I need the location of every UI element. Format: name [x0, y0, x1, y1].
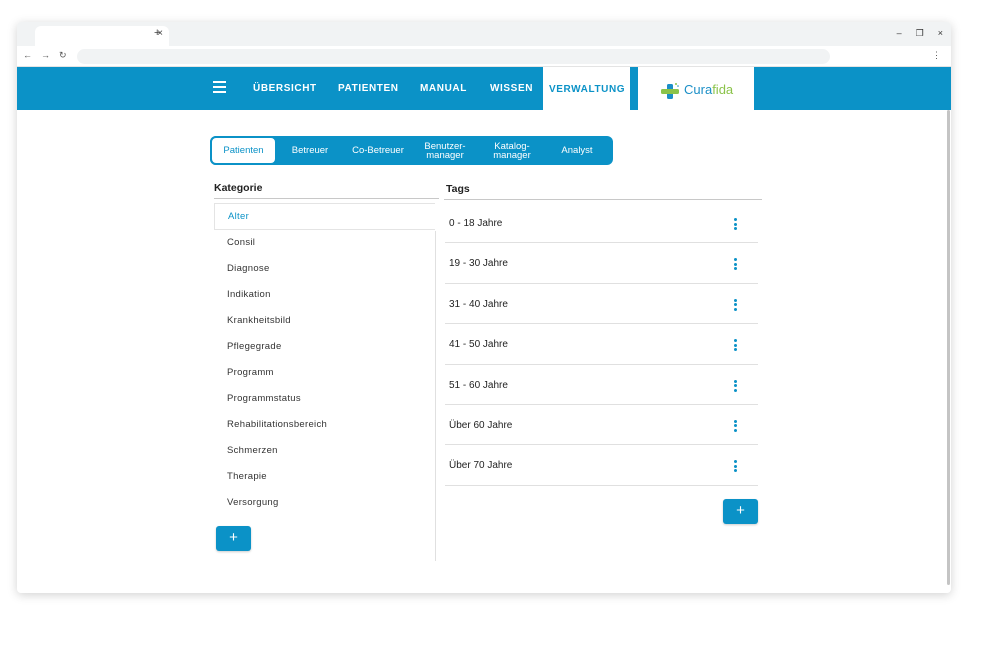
add-tag-button[interactable]: + — [723, 499, 758, 524]
back-button[interactable]: ← — [23, 50, 32, 61]
tag-label: 19 - 30 Jahre — [449, 258, 508, 270]
segment-benutzermanager[interactable]: Benutzer- manager — [413, 136, 477, 165]
column-divider — [435, 231, 436, 561]
reload-button[interactable]: ↻ — [59, 50, 67, 61]
page-scrollbar[interactable] — [947, 110, 950, 585]
kategorie-heading: Kategorie — [214, 182, 263, 194]
tag-row: 19 - 30 Jahre — [445, 243, 758, 284]
more-vert-icon[interactable] — [734, 419, 738, 432]
segment-betreuer[interactable]: Betreuer — [280, 136, 340, 165]
tag-label: Über 60 Jahre — [449, 419, 513, 431]
tag-row: 41 - 50 Jahre — [445, 324, 758, 365]
nav-patienten[interactable]: PATIENTEN — [338, 67, 399, 110]
more-vert-icon[interactable] — [734, 339, 738, 352]
window-controls: – ❐ × — [897, 28, 943, 39]
kategorie-item-krankheitsbild[interactable]: Krankheitsbild — [214, 308, 435, 334]
navigation-buttons: ← → ↻ — [23, 50, 67, 61]
kategorie-item-schmerzen[interactable]: Schmerzen — [214, 438, 435, 464]
browser-menu-icon[interactable]: ⋮ — [932, 50, 941, 61]
tab-strip: × + – ❐ × — [17, 22, 951, 46]
tag-row: Über 60 Jahre — [445, 405, 758, 446]
kategorie-item-indikation[interactable]: Indikation — [214, 282, 435, 308]
restore-button[interactable]: ❐ — [916, 28, 924, 39]
kategorie-item-consil[interactable]: Consil — [214, 230, 435, 256]
tag-label: 31 - 40 Jahre — [449, 298, 508, 310]
tags-heading: Tags — [446, 183, 470, 195]
tags-list: 0 - 18 Jahre 19 - 30 Jahre 31 - 40 Jahre… — [445, 203, 758, 486]
kategorie-item-alter[interactable]: Alter — [214, 203, 435, 230]
role-segmented-control: Patienten Betreuer Co-Betreuer Benutzer-… — [210, 136, 613, 165]
more-vert-icon[interactable] — [734, 258, 738, 271]
segment-katalogmanager[interactable]: Katalog- manager — [480, 136, 544, 165]
curafida-logo[interactable]: Curafida — [638, 67, 754, 110]
more-vert-icon[interactable] — [734, 298, 738, 311]
segment-analyst[interactable]: Analyst — [546, 136, 608, 165]
tag-label: Über 70 Jahre — [449, 460, 513, 472]
tag-label: 51 - 60 Jahre — [449, 379, 508, 391]
tag-row: Über 70 Jahre — [445, 445, 758, 486]
nav-uebersicht[interactable]: ÜBERSICHT — [253, 67, 317, 110]
more-vert-icon[interactable] — [734, 218, 738, 230]
logo-text: Curafida — [684, 82, 734, 97]
app-header: ÜBERSICHT PATIENTEN MANUAL WISSEN VERWAL… — [17, 67, 951, 110]
segment-co-betreuer[interactable]: Co-Betreuer — [344, 136, 412, 165]
close-window-button[interactable]: × — [938, 28, 943, 39]
kategorie-heading-line — [214, 198, 439, 199]
more-vert-icon[interactable] — [734, 379, 738, 392]
more-vert-icon[interactable] — [734, 460, 738, 473]
kategorie-item-diagnose[interactable]: Diagnose — [214, 256, 435, 282]
kategorie-item-programmstatus[interactable]: Programmstatus — [214, 386, 435, 412]
nav-verwaltung[interactable]: VERWALTUNG — [543, 67, 630, 110]
minimize-button[interactable]: – — [897, 28, 902, 39]
nav-wissen[interactable]: WISSEN — [490, 67, 533, 110]
tag-label: 0 - 18 Jahre — [449, 218, 503, 229]
browser-window: × + – ❐ × ← → ↻ ⋮ ÜBERSICHT PATIENTEN MA… — [17, 22, 951, 593]
forward-button[interactable]: → — [41, 50, 50, 61]
add-kategorie-button[interactable]: + — [216, 526, 251, 551]
address-bar-row: ← → ↻ ⋮ — [17, 46, 951, 67]
kategorie-item-programm[interactable]: Programm — [214, 360, 435, 386]
nav-manual[interactable]: MANUAL — [420, 67, 467, 110]
kategorie-item-therapie[interactable]: Therapie — [214, 464, 435, 490]
kategorie-item-rehabilitationsbereich[interactable]: Rehabilitationsbereich — [214, 412, 435, 438]
hamburger-menu-icon[interactable] — [213, 81, 226, 93]
tag-label: 41 - 50 Jahre — [449, 339, 508, 351]
browser-tab[interactable]: × — [35, 26, 169, 46]
url-field[interactable] — [77, 49, 830, 64]
header-separator — [630, 67, 638, 110]
logo-cross-icon — [661, 83, 679, 99]
tags-heading-line — [444, 199, 762, 200]
tag-row: 0 - 18 Jahre — [445, 203, 758, 244]
kategorie-list: Alter Consil Diagnose Indikation Krankhe… — [214, 203, 435, 516]
tag-row: 51 - 60 Jahre — [445, 365, 758, 405]
kategorie-item-pflegegrade[interactable]: Pflegegrade — [214, 334, 435, 360]
new-tab-button[interactable]: + — [154, 27, 160, 39]
tag-row: 31 - 40 Jahre — [445, 284, 758, 325]
segment-patienten[interactable]: Patienten — [210, 136, 277, 165]
kategorie-item-versorgung[interactable]: Versorgung — [214, 490, 435, 516]
